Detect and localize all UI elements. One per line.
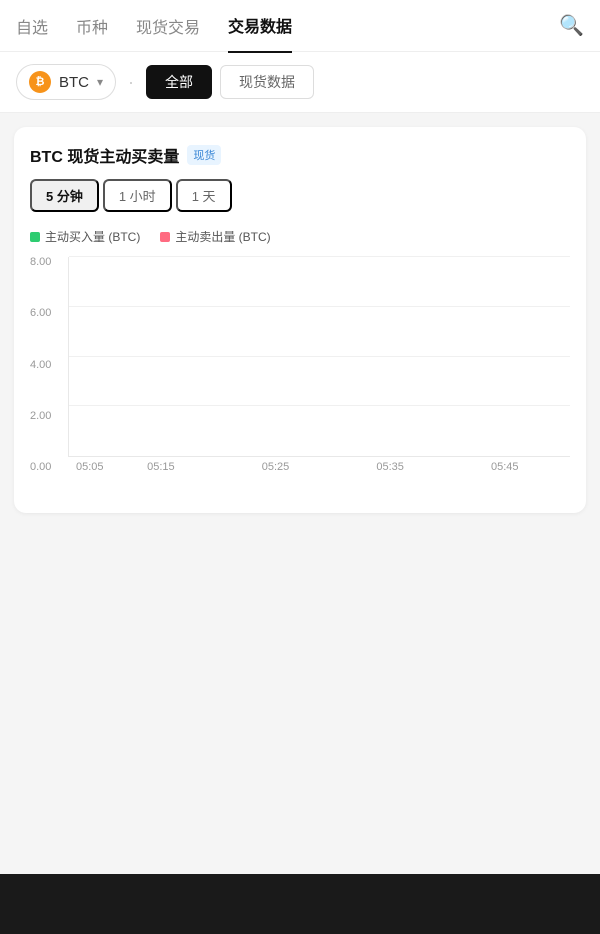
card-title: BTC 现货主动买卖量 (30, 143, 179, 167)
y-label-6: 6.00 (30, 308, 51, 319)
sell-color-indicator (160, 232, 170, 242)
filter-bar: ₿ BTC ▾ · 全部 现货数据 (0, 52, 600, 113)
y-label-2: 2.00 (30, 411, 51, 422)
btc-trade-volume-card: BTC 现货主动买卖量 现货 5 分钟 1 小时 1 天 主动买入量 (BTC)… (14, 127, 586, 513)
nav-item-coin[interactable]: 币种 (76, 0, 108, 52)
bottom-bar (0, 874, 600, 934)
chart-area (68, 257, 570, 457)
legend: 主动买入量 (BTC) 主动卖出量 (BTC) (30, 228, 570, 245)
nav-item-trade-data[interactable]: 交易数据 (228, 0, 292, 53)
coin-label: BTC (59, 74, 89, 91)
y-label-8: 8.00 (30, 257, 51, 268)
y-label-4: 4.00 (30, 360, 51, 371)
search-icon[interactable]: 🔍 (559, 13, 584, 38)
legend-buy: 主动买入量 (BTC) (30, 228, 140, 245)
card-title-row: BTC 现货主动买卖量 现货 (30, 143, 570, 167)
x-axis: 05:0505:1505:2505:3505:45 (68, 461, 570, 473)
x-label: 05:25 (218, 461, 333, 473)
type-buttons: 全部 现货数据 (146, 65, 314, 99)
grid-line-6 (69, 306, 570, 307)
coin-selector[interactable]: ₿ BTC ▾ (16, 64, 116, 100)
chart-container: 0.00 2.00 4.00 6.00 8.00 05:0505:1505:25… (30, 257, 570, 497)
x-label: 05:15 (104, 461, 219, 473)
x-label: 05:05 (76, 461, 104, 473)
x-label: 05:35 (333, 461, 448, 473)
divider: · (128, 72, 134, 93)
legend-sell: 主动卖出量 (BTC) (160, 228, 270, 245)
grid-line-8 (69, 256, 570, 257)
grid-line-4 (69, 356, 570, 357)
legend-buy-label: 主动买入量 (BTC) (45, 228, 140, 245)
legend-sell-label: 主动卖出量 (BTC) (175, 228, 270, 245)
y-label-0: 0.00 (30, 462, 51, 473)
btc-icon: ₿ (29, 71, 51, 93)
time-tabs: 5 分钟 1 小时 1 天 (30, 179, 570, 212)
time-tab-5min[interactable]: 5 分钟 (30, 179, 99, 212)
grid-line-2 (69, 405, 570, 406)
nav-item-spot-trade[interactable]: 现货交易 (136, 0, 200, 52)
bars-wrapper (69, 257, 570, 456)
y-axis: 0.00 2.00 4.00 6.00 8.00 (30, 257, 51, 473)
nav-items: 自选 币种 现货交易 交易数据 (16, 0, 559, 53)
main-content: BTC 现货主动买卖量 现货 5 分钟 1 小时 1 天 主动买入量 (BTC)… (0, 113, 600, 527)
spot-data-button[interactable]: 现货数据 (220, 65, 314, 99)
x-label: 05:45 (447, 461, 562, 473)
nav-item-watchlist[interactable]: 自选 (16, 0, 48, 52)
time-tab-1day[interactable]: 1 天 (176, 179, 232, 212)
all-button[interactable]: 全部 (146, 65, 212, 99)
spot-badge: 现货 (187, 145, 221, 165)
chevron-down-icon: ▾ (97, 75, 103, 89)
buy-color-indicator (30, 232, 40, 242)
top-navigation: 自选 币种 现货交易 交易数据 🔍 (0, 0, 600, 52)
time-tab-1hour[interactable]: 1 小时 (103, 179, 172, 212)
